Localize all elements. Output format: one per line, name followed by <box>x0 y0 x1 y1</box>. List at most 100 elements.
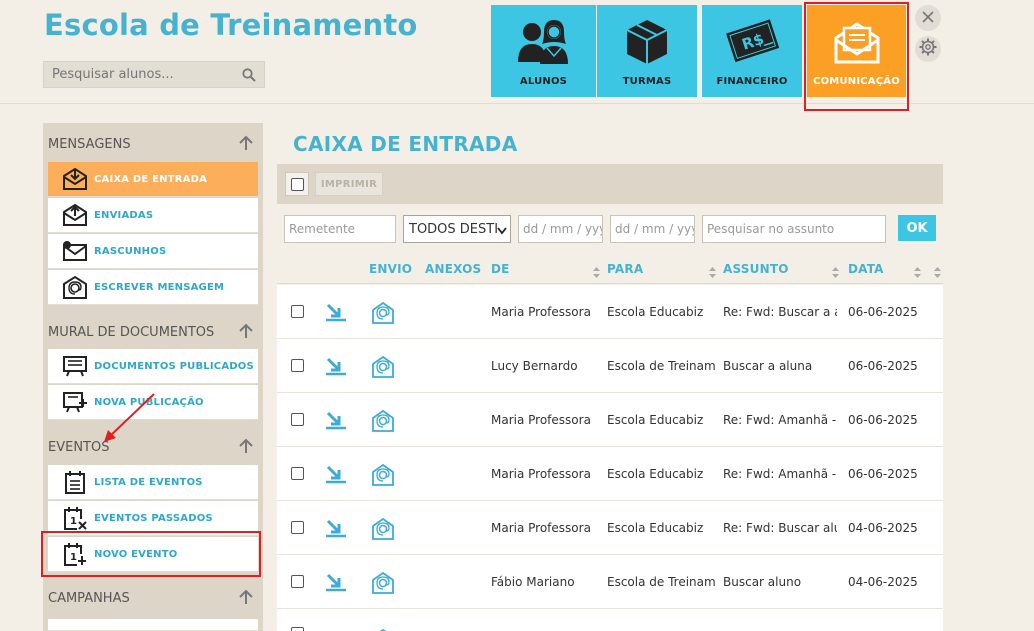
student-search-input[interactable] <box>44 67 234 82</box>
ok-button[interactable]: OK <box>898 215 936 241</box>
row-checkbox[interactable] <box>291 467 304 480</box>
collapse-arrow-icon[interactable] <box>239 323 253 343</box>
sidebar-item-escrever-mensagem[interactable]: ESCREVER MENSAGEM <box>48 270 258 305</box>
sidebar-item-rascunhos[interactable]: RASCUNHOS <box>48 234 258 269</box>
email-icon <box>371 409 395 437</box>
sidebar-section-mural: MURAL DE DOCUMENTOS <box>48 325 215 340</box>
subject-search-input[interactable]: Pesquisar no assunto <box>702 215 886 243</box>
sort-icon[interactable] <box>934 263 941 282</box>
row-checkbox[interactable] <box>291 521 304 534</box>
page-title: CAIXA DE ENTRADA <box>293 132 518 156</box>
row-checkbox[interactable] <box>291 305 304 318</box>
annotation-arrow-icon <box>100 392 156 448</box>
received-icon <box>325 356 347 380</box>
collapse-arrow-icon[interactable] <box>239 589 253 609</box>
sidebar-section-campanhas: CAMPANHAS <box>48 591 130 606</box>
row-checkbox[interactable] <box>291 627 304 631</box>
checkbox-icon[interactable] <box>290 177 304 191</box>
row-checkbox[interactable] <box>291 575 304 588</box>
email-icon <box>371 463 395 491</box>
received-icon <box>325 518 347 542</box>
cell-data: 04-06-2025 <box>848 521 918 535</box>
recipient-filter-select[interactable]: TODOS DESTI <box>403 215 511 243</box>
table-row-partial[interactable] <box>277 609 943 631</box>
cell-data: 06-06-2025 <box>848 305 918 319</box>
sidebar-item-campanhas-partial[interactable] <box>48 619 258 631</box>
chevron-down-icon[interactable] <box>497 224 507 239</box>
cell-data: 06-06-2025 <box>848 359 918 373</box>
cell-assunto: Re: Fwd: Amanhã - L <box>723 413 837 427</box>
cell-data: 06-06-2025 <box>848 413 918 427</box>
board-add-icon <box>62 390 88 414</box>
row-checkbox[interactable] <box>291 413 304 426</box>
table-row[interactable]: Maria Professora Escola Educabiz Re: Fwd… <box>277 285 943 339</box>
date-from-input[interactable]: dd / mm / yyyy <box>518 215 603 243</box>
table-header: ENVIO ANEXOS DE PARA ASSUNTO DATA <box>277 254 943 284</box>
column-header-de[interactable]: DE <box>491 262 510 276</box>
search-icon[interactable] <box>242 67 256 86</box>
cell-assunto: Buscar a aluna <box>723 359 813 373</box>
box-icon <box>623 17 671 67</box>
email-icon <box>371 301 395 329</box>
table-row[interactable]: Lucy Bernardo Escola de Treinam Buscar a… <box>277 339 943 393</box>
sort-icon[interactable] <box>832 263 839 282</box>
sidebar-item-documentos-publicados[interactable]: DOCUMENTOS PUBLICADOS <box>48 349 258 384</box>
users-icon <box>514 17 574 67</box>
board-icon <box>62 354 88 378</box>
column-header-assunto[interactable]: ASSUNTO <box>723 262 789 276</box>
table-row[interactable]: Maria Professora Escola Educabiz Re: Fwd… <box>277 393 943 447</box>
novo-evento-highlight-box <box>41 531 261 577</box>
received-icon <box>325 572 347 596</box>
sort-icon[interactable] <box>709 263 716 282</box>
print-button[interactable]: IMPRIMIR <box>315 172 383 196</box>
module-label: TURMAS <box>622 76 672 87</box>
sent-icon <box>62 203 88 227</box>
close-icon[interactable] <box>921 9 935 28</box>
sort-icon[interactable] <box>593 263 600 282</box>
email-icon <box>371 571 395 599</box>
event-list-icon <box>62 470 88 494</box>
collapse-arrow-icon[interactable] <box>239 135 253 155</box>
column-header-envio[interactable]: ENVIO <box>369 262 412 276</box>
draft-icon <box>62 239 88 263</box>
received-icon <box>325 464 347 488</box>
column-header-data[interactable]: DATA <box>848 262 884 276</box>
table-row[interactable]: Maria Professora Escola Educabiz Re: Fwd… <box>277 447 943 501</box>
compose-icon <box>62 275 88 299</box>
sidebar-item-lista-de-eventos[interactable]: LISTA DE EVENTOS <box>48 465 258 500</box>
select-all-checkbox[interactable] <box>285 172 309 196</box>
app-title: Escola de Treinamento <box>44 8 418 42</box>
column-header-para[interactable]: PARA <box>607 262 643 276</box>
cell-para: Escola Educabiz <box>607 467 704 481</box>
email-icon <box>371 623 395 631</box>
svg-text:1: 1 <box>70 516 77 527</box>
close-button[interactable] <box>915 5 941 31</box>
gear-icon[interactable] <box>919 38 937 60</box>
table-row[interactable]: Fábio Mariano Escola de Treinam Buscar a… <box>277 555 943 609</box>
collapse-arrow-icon[interactable] <box>239 438 253 458</box>
cell-assunto: Buscar aluno <box>723 575 802 589</box>
settings-button[interactable] <box>915 36 941 62</box>
cell-de: Fábio Mariano <box>491 575 575 589</box>
date-to-input[interactable]: dd / mm / yyyy <box>610 215 695 243</box>
table-row[interactable]: Maria Professora Escola Educabiz Re: Fwd… <box>277 501 943 555</box>
row-checkbox[interactable] <box>291 359 304 372</box>
student-search[interactable] <box>43 61 265 88</box>
sort-icon[interactable] <box>914 263 921 282</box>
module-label: FINANCEIRO <box>716 76 788 87</box>
cell-de: Maria Professora <box>491 467 591 481</box>
module-tile-financeiro[interactable]: R$ FINANCEIRO <box>702 5 802 97</box>
cell-para: Escola de Treinam <box>607 575 716 589</box>
sidebar-item-enviadas[interactable]: ENVIADAS <box>48 198 258 233</box>
sender-filter-input[interactable]: Remetente <box>284 215 396 243</box>
cell-data: 04-06-2025 <box>848 575 918 589</box>
inbox-icon <box>62 167 88 191</box>
cell-assunto: Re: Fwd: Amanhã - L <box>723 467 837 481</box>
sidebar-item-caixa-de-entrada[interactable]: CAIXA DE ENTRADA <box>48 162 258 197</box>
module-tile-alunos[interactable]: ALUNOS <box>491 5 596 97</box>
column-header-anexos[interactable]: ANEXOS <box>425 262 481 276</box>
cell-data: 06-06-2025 <box>848 467 918 481</box>
received-icon <box>325 410 347 434</box>
received-icon <box>325 302 347 326</box>
module-tile-turmas[interactable]: TURMAS <box>597 5 697 97</box>
